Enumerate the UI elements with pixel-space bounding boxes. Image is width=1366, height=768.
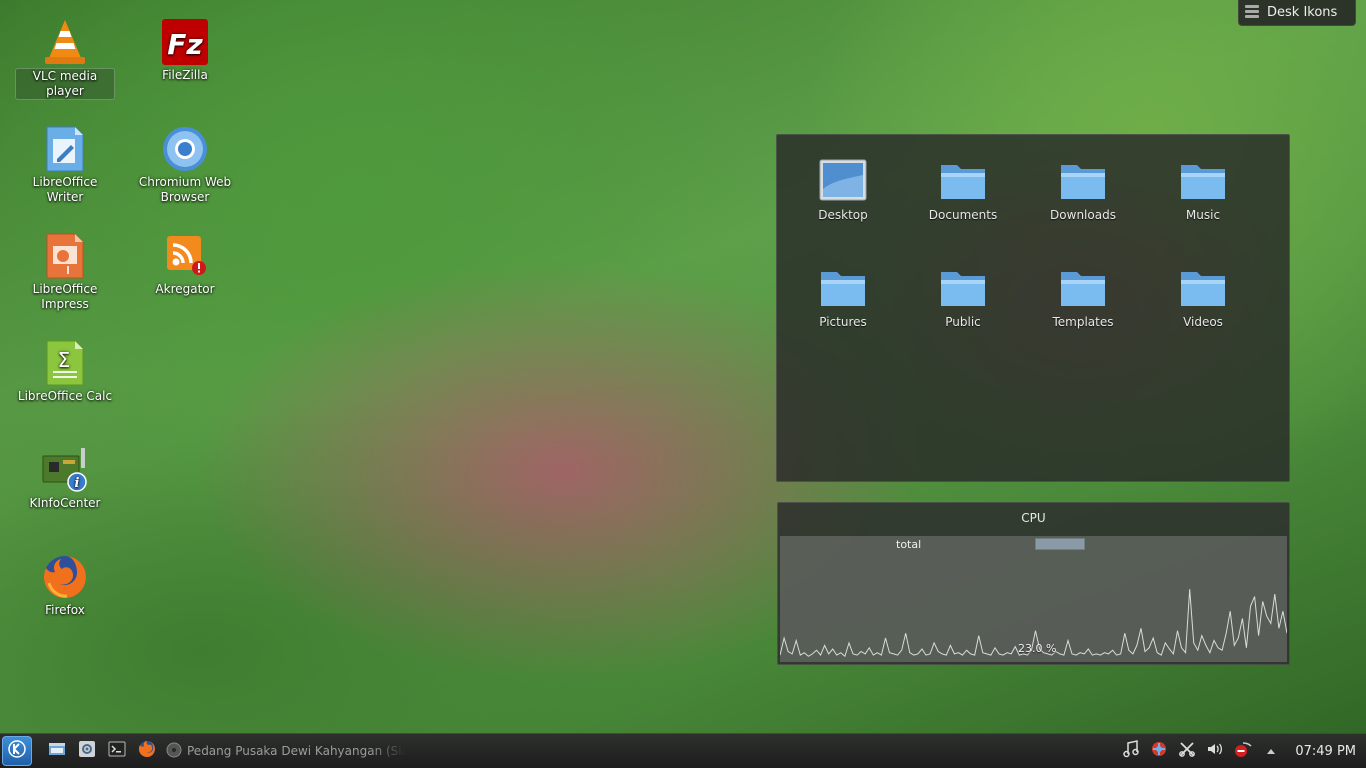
cpu-current-value: 23.0 % <box>1018 642 1057 655</box>
folder-icon <box>819 266 867 310</box>
cpu-legend-swatch <box>1035 538 1085 550</box>
network-update-icon <box>1149 740 1169 762</box>
chevron-up-icon <box>1266 742 1276 761</box>
desktop-icon-label: FileZilla <box>162 68 208 82</box>
taskbar-task-item[interactable]: Pedang Pusaka Dewi Kahyangan (Siauw... <box>166 742 406 761</box>
desktop-icon-label: LibreOffice Impress <box>32 282 98 311</box>
desktop-icon-vlc[interactable]: VLC media player <box>15 18 115 100</box>
speaker-volume-icon <box>1206 740 1224 762</box>
cpu-legend-label: total <box>896 538 922 551</box>
file-manager-launcher[interactable] <box>46 740 68 762</box>
folder-icon <box>1059 159 1107 203</box>
desktop-icon-filezilla[interactable]: Fz FileZilla <box>135 18 235 83</box>
terminal-icon <box>108 740 126 762</box>
file-manager-icon <box>48 740 66 762</box>
desktop-icon-kinfocenter[interactable]: i KInfoCenter <box>15 446 115 511</box>
media-player-tray[interactable] <box>1121 740 1141 762</box>
folder-item-label: Public <box>945 315 981 329</box>
folder-item-label: Templates <box>1052 315 1114 329</box>
desktop-icon-label: LibreOffice Writer <box>32 175 98 204</box>
folder-item-label: Documents <box>928 208 998 222</box>
desktop-icon-firefox[interactable]: Firefox <box>15 553 115 618</box>
kinfocenter-icon: i <box>41 446 89 494</box>
desktop-icon-akregator[interactable]: Akregator <box>135 232 235 297</box>
firefox-icon <box>138 740 156 762</box>
folder-view-widget[interactable]: Desktop Documents Downloads Music Pictur… <box>776 134 1290 482</box>
libreoffice-calc-icon: Σ <box>41 339 89 387</box>
libreoffice-impress-icon <box>41 232 89 280</box>
network-tray[interactable] <box>1233 741 1253 761</box>
folder-item-videos[interactable]: Videos <box>1153 266 1253 330</box>
application-launcher-button[interactable] <box>2 736 32 766</box>
folder-item-templates[interactable]: Templates <box>1033 266 1133 330</box>
cpu-plot-area: total 23.0 % <box>780 536 1287 662</box>
libreoffice-writer-icon <box>41 125 89 173</box>
folder-icon <box>1179 159 1227 203</box>
folder-item-music[interactable]: Music <box>1153 159 1253 223</box>
desktop-folder-icon <box>819 159 867 203</box>
settings-icon <box>78 740 96 762</box>
desktop-icon-label: Firefox <box>45 603 85 617</box>
svg-text:Σ: Σ <box>58 348 71 372</box>
folder-item-public[interactable]: Public <box>913 266 1013 330</box>
akregator-rss-icon <box>161 232 209 280</box>
folder-item-label: Music <box>1185 208 1221 222</box>
folder-item-label: Desktop <box>818 208 868 222</box>
desktop-icon-libreoffice-impress[interactable]: LibreOffice Impress <box>15 232 115 312</box>
desktop-icon-chromium[interactable]: Chromium Web Browser <box>135 125 235 205</box>
tray-expand-button[interactable] <box>1261 741 1281 761</box>
folder-item-label: Downloads <box>1050 208 1116 222</box>
desktop-icon-label: Chromium Web Browser <box>138 175 232 204</box>
desktop-icon-label: LibreOffice Calc <box>17 389 113 403</box>
desktop-icon-label: KInfoCenter <box>29 496 101 510</box>
system-tray: 07:49 PM <box>1121 740 1366 762</box>
folder-icon <box>1059 266 1107 310</box>
svg-text:i: i <box>75 476 80 491</box>
folder-icon <box>939 266 987 310</box>
desk-ikons-label: Desk Ikons <box>1267 5 1338 20</box>
taskbar-task-label: Pedang Pusaka Dewi Kahyangan (Siauw... <box>187 744 406 758</box>
network-disconnected-icon <box>1233 740 1253 762</box>
system-settings-launcher[interactable] <box>76 740 98 762</box>
desktop-icon-libreoffice-calc[interactable]: Σ LibreOffice Calc <box>15 339 115 404</box>
kde-logo-icon <box>7 739 27 763</box>
folder-item-documents[interactable]: Documents <box>913 159 1013 223</box>
tools-tray[interactable] <box>1177 741 1197 761</box>
taskbar: Pedang Pusaka Dewi Kahyangan (Siauw... <box>0 733 1366 768</box>
chromium-icon <box>161 125 209 173</box>
music-note-icon <box>1122 740 1140 762</box>
folder-item-label: Pictures <box>819 315 867 329</box>
desktop-icon-label: Akregator <box>155 282 215 296</box>
scissors-tools-icon <box>1178 740 1196 762</box>
folder-icon <box>939 159 987 203</box>
cpu-monitor-widget[interactable]: CPU total 23.0 % <box>777 502 1290 665</box>
media-disc-icon <box>166 742 182 761</box>
terminal-launcher[interactable] <box>106 740 128 762</box>
firefox-launcher[interactable] <box>136 740 158 762</box>
folder-item-desktop[interactable]: Desktop <box>793 159 893 223</box>
filezilla-icon: Fz <box>161 18 209 66</box>
clock[interactable]: 07:49 PM <box>1295 744 1356 759</box>
svg-text:Fz: Fz <box>167 28 203 61</box>
volume-tray[interactable] <box>1205 741 1225 761</box>
vlc-cone-icon <box>41 18 89 66</box>
desktop-icon-libreoffice-writer[interactable]: LibreOffice Writer <box>15 125 115 205</box>
folder-item-pictures[interactable]: Pictures <box>793 266 893 330</box>
folder-item-label: Videos <box>1183 315 1223 329</box>
firefox-icon <box>41 553 89 601</box>
update-notifier-tray[interactable] <box>1149 741 1169 761</box>
folder-icon <box>1179 266 1227 310</box>
folder-item-downloads[interactable]: Downloads <box>1033 159 1133 223</box>
desktop-icon-label: VLC media player <box>15 68 115 100</box>
desk-ikons-button[interactable]: Desk Ikons <box>1238 0 1356 26</box>
hamburger-icon <box>1245 4 1259 22</box>
cpu-widget-title: CPU <box>1021 511 1046 525</box>
